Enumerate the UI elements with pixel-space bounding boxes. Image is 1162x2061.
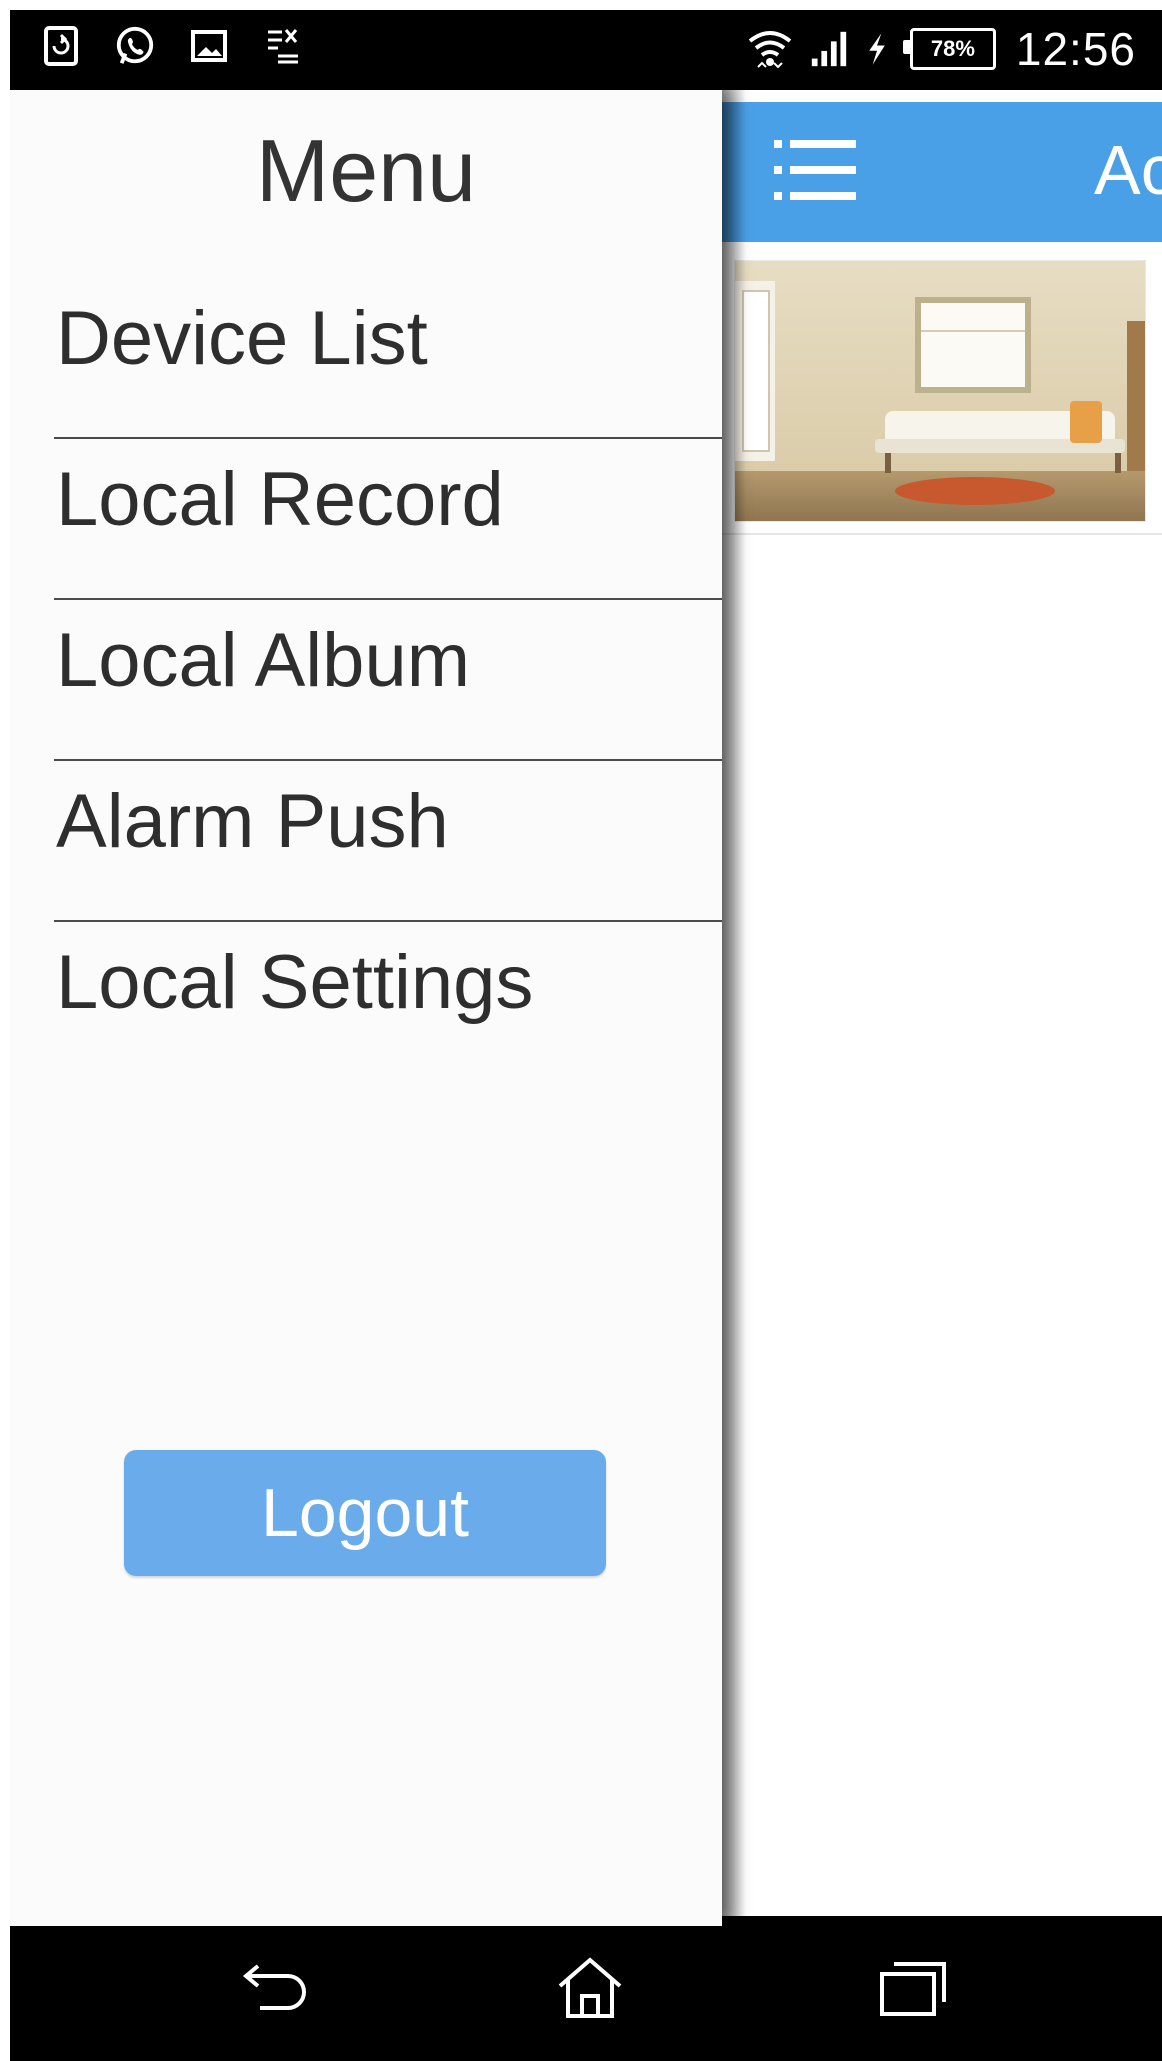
drawer-title: Menu <box>255 121 477 220</box>
logout-button[interactable]: Logout <box>124 1450 606 1576</box>
drawer-menu-list: Device List Local Record Local Album Ala… <box>10 278 722 1083</box>
main-content: Ac <box>722 90 1162 1926</box>
charging-icon <box>869 33 885 65</box>
screenshot-icon <box>44 26 78 66</box>
back-icon[interactable] <box>238 1952 318 2024</box>
menu-item-local-album[interactable]: Local Album <box>10 600 722 761</box>
menu-item-alarm-push[interactable]: Alarm Push <box>10 761 722 922</box>
battery-indicator: 78% <box>902 28 996 70</box>
list-divider <box>722 533 1162 535</box>
device-thumbnail[interactable] <box>734 260 1146 522</box>
system-nav-bar <box>10 1916 1162 2061</box>
recents-icon[interactable] <box>872 1952 952 2024</box>
menu-item-label: Local Settings <box>56 940 534 1025</box>
wifi-icon <box>748 31 792 69</box>
signal-icon <box>811 31 847 67</box>
status-left-icons <box>40 24 304 68</box>
menu-list-icon[interactable] <box>774 136 856 206</box>
menu-item-label: Alarm Push <box>56 779 449 864</box>
phone-screen: 78% 12:56 Ac Menu Device List Local Reco… <box>10 10 1162 2061</box>
status-right-icons: 78% 12:56 <box>746 22 1136 76</box>
status-bar: 78% 12:56 <box>10 10 1162 90</box>
whatsapp-icon <box>116 26 154 64</box>
status-time: 12:56 <box>1015 23 1136 75</box>
room-thumbnail <box>735 261 1145 521</box>
gallery-icon <box>191 30 227 62</box>
app-title: Ac <box>1094 131 1162 209</box>
menu-item-label: Local Record <box>56 457 504 542</box>
menu-item-label: Local Album <box>56 618 471 703</box>
menu-item-local-record[interactable]: Local Record <box>10 439 722 600</box>
menu-item-device-list[interactable]: Device List <box>10 278 722 439</box>
home-icon[interactable] <box>550 1952 630 2024</box>
notes-icon <box>268 29 298 64</box>
menu-item-label: Device List <box>56 296 428 381</box>
app-top-bar: Ac <box>722 102 1162 242</box>
navigation-drawer: Menu Device List Local Record Local Albu… <box>10 90 746 1926</box>
menu-item-local-settings[interactable]: Local Settings <box>10 922 722 1083</box>
